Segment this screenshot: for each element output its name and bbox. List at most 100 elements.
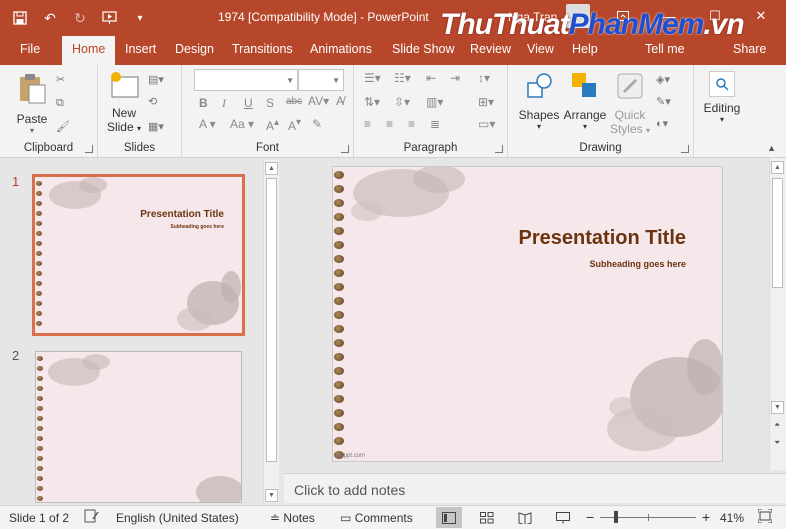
decrease-font-icon[interactable]: A▾ bbox=[288, 117, 301, 133]
cut-icon[interactable]: ✂ bbox=[56, 73, 72, 87]
tab-file[interactable]: File bbox=[20, 42, 40, 56]
tab-design[interactable]: Design bbox=[175, 42, 214, 56]
slideshow-icon[interactable] bbox=[550, 507, 576, 528]
bullets-icon[interactable]: ☰▾ bbox=[364, 71, 381, 85]
line-spacing-icon[interactable]: ↕▾ bbox=[478, 71, 490, 85]
collapse-ribbon-icon[interactable]: ▲ bbox=[767, 143, 776, 153]
scroll-up-icon[interactable]: ▲ bbox=[265, 162, 278, 175]
layout-icon[interactable]: ▤▾ bbox=[148, 73, 174, 87]
paste-button[interactable]: Paste ▾ bbox=[12, 73, 52, 135]
scroll-down-icon[interactable]: ▼ bbox=[265, 489, 278, 502]
slide-title-placeholder[interactable]: Presentation Title bbox=[519, 227, 686, 250]
shapes-button[interactable]: Shapes ▾ bbox=[516, 71, 562, 131]
align-left-icon[interactable]: ≡ bbox=[364, 117, 371, 131]
thumbnail-scrollbar[interactable]: ▲ ▼ bbox=[263, 160, 279, 503]
smartart-icon[interactable]: ⊞▾ bbox=[478, 95, 494, 109]
tell-me-search[interactable]: Tell me bbox=[645, 42, 685, 56]
bold-button[interactable]: B bbox=[199, 96, 208, 110]
decrease-indent-icon[interactable]: ⇤ bbox=[426, 71, 436, 85]
customize-qat-icon[interactable]: ▾ bbox=[128, 7, 152, 29]
tab-help[interactable]: Help bbox=[572, 42, 598, 56]
align-text-icon[interactable]: ⇳▾ bbox=[394, 95, 410, 109]
format-painter-icon[interactable]: 🖌 bbox=[56, 120, 72, 134]
zoom-slider[interactable] bbox=[600, 511, 696, 523]
shapes-dropdown-icon[interactable]: ▾ bbox=[516, 122, 562, 131]
zoom-level[interactable]: 41% bbox=[720, 511, 744, 525]
zoom-slider-thumb[interactable] bbox=[614, 511, 618, 523]
font-color-button[interactable]: A ▾ bbox=[199, 117, 216, 131]
align-right-icon[interactable]: ≡ bbox=[408, 117, 415, 131]
fit-slide-icon[interactable] bbox=[757, 508, 773, 526]
redo-icon[interactable]: ↻ bbox=[68, 7, 92, 29]
tab-review[interactable]: Review bbox=[470, 42, 511, 56]
font-name-combo[interactable]: ▼ bbox=[194, 69, 298, 91]
slide-counter[interactable]: Slide 1 of 2 bbox=[9, 511, 69, 525]
notes-button[interactable]: ≐ Notes bbox=[270, 511, 315, 525]
slide-scrollbar[interactable]: ▲ ▼ ⏶ ⏷ bbox=[769, 158, 786, 470]
tab-view[interactable]: View bbox=[527, 42, 554, 56]
tab-slide-show[interactable]: Slide Show bbox=[392, 42, 455, 56]
align-center-icon[interactable]: ≡ bbox=[386, 117, 393, 131]
shape-fill-icon[interactable]: ◈▾ bbox=[656, 73, 682, 87]
section-icon[interactable]: ▦▾ bbox=[148, 120, 174, 134]
notes-placeholder[interactable]: Click to add notes bbox=[294, 482, 405, 498]
slide-sorter-icon[interactable] bbox=[474, 507, 500, 528]
slide-subtitle-placeholder[interactable]: Subheading goes here bbox=[589, 259, 686, 269]
copy-icon[interactable]: ⧉ bbox=[56, 97, 72, 111]
undo-icon[interactable]: ↶ bbox=[38, 7, 62, 29]
font-size-combo[interactable]: ▼ bbox=[298, 69, 344, 91]
save-icon[interactable] bbox=[8, 7, 32, 29]
main-slide-canvas[interactable]: Presentation Title Subheading goes here … bbox=[332, 166, 723, 462]
new-slide-dropdown-icon[interactable]: ▾ bbox=[137, 124, 141, 133]
arrange-dropdown-icon[interactable]: ▾ bbox=[562, 122, 608, 131]
scroll-up-icon[interactable]: ▲ bbox=[771, 161, 784, 174]
shape-outline-icon[interactable]: ✎▾ bbox=[656, 95, 682, 109]
distribute-icon[interactable]: ▭▾ bbox=[478, 117, 495, 131]
clipboard-launcher-icon[interactable] bbox=[85, 145, 93, 153]
character-spacing-icon[interactable]: AV▾ bbox=[308, 94, 329, 108]
next-slide-icon[interactable]: ⏷ bbox=[774, 438, 780, 448]
notes-pane[interactable]: Click to add notes bbox=[284, 473, 786, 503]
clear-formatting-icon[interactable]: A̸ bbox=[336, 94, 344, 108]
comments-button[interactable]: ▭ Comments bbox=[340, 511, 413, 525]
quick-styles-button[interactable]: Quick Styles ▾ bbox=[608, 71, 652, 136]
normal-view-icon[interactable] bbox=[436, 507, 462, 528]
tab-transitions[interactable]: Transitions bbox=[232, 42, 293, 56]
quick-styles-dropdown-icon[interactable]: ▾ bbox=[646, 126, 650, 135]
shape-effects-icon[interactable]: ◐▾ bbox=[656, 117, 682, 131]
editing-dropdown-icon[interactable]: ▾ bbox=[700, 115, 744, 124]
spell-check-icon[interactable] bbox=[84, 509, 100, 526]
previous-slide-icon[interactable]: ⏶ bbox=[774, 420, 780, 430]
highlight-icon[interactable]: ✎ bbox=[312, 117, 322, 131]
close-icon[interactable]: ✕ bbox=[738, 0, 784, 32]
editing-button[interactable]: Editing ▾ bbox=[700, 71, 744, 124]
drawing-launcher-icon[interactable] bbox=[681, 145, 689, 153]
tab-animations[interactable]: Animations bbox=[310, 42, 372, 56]
paragraph-launcher-icon[interactable] bbox=[495, 145, 503, 153]
text-shadow-button[interactable]: S bbox=[266, 96, 274, 110]
scroll-down-icon[interactable]: ▼ bbox=[771, 401, 784, 414]
scrollbar-thumb[interactable] bbox=[266, 178, 277, 462]
zoom-in-icon[interactable]: + bbox=[702, 509, 710, 525]
increase-indent-icon[interactable]: ⇥ bbox=[450, 71, 460, 85]
tab-insert[interactable]: Insert bbox=[125, 42, 156, 56]
zoom-out-icon[interactable]: − bbox=[586, 509, 594, 525]
share-button[interactable]: Share bbox=[733, 42, 766, 56]
underline-button[interactable]: U bbox=[244, 96, 253, 110]
new-slide-button[interactable]: New Slide ▾ bbox=[104, 71, 144, 134]
start-from-beginning-icon[interactable] bbox=[98, 7, 122, 29]
font-launcher-icon[interactable] bbox=[341, 145, 349, 153]
scrollbar-thumb[interactable] bbox=[772, 178, 783, 288]
reset-icon[interactable]: ⟲ bbox=[148, 95, 164, 109]
justify-icon[interactable]: ≣ bbox=[430, 117, 440, 131]
italic-button[interactable]: I bbox=[222, 96, 226, 111]
reading-view-icon[interactable] bbox=[512, 507, 538, 528]
arrange-button[interactable]: Arrange ▾ bbox=[562, 71, 608, 131]
columns-icon[interactable]: ▥▾ bbox=[426, 95, 443, 109]
slide-thumbnail-1[interactable]: Presentation Title Subheading goes here bbox=[32, 174, 245, 336]
tab-home[interactable]: Home bbox=[62, 36, 116, 65]
text-direction-icon[interactable]: ⇅▾ bbox=[364, 95, 380, 109]
slide-thumbnail-2[interactable] bbox=[35, 351, 242, 503]
change-case-button[interactable]: Aa ▾ bbox=[230, 117, 254, 131]
increase-font-icon[interactable]: A▴ bbox=[266, 117, 279, 133]
